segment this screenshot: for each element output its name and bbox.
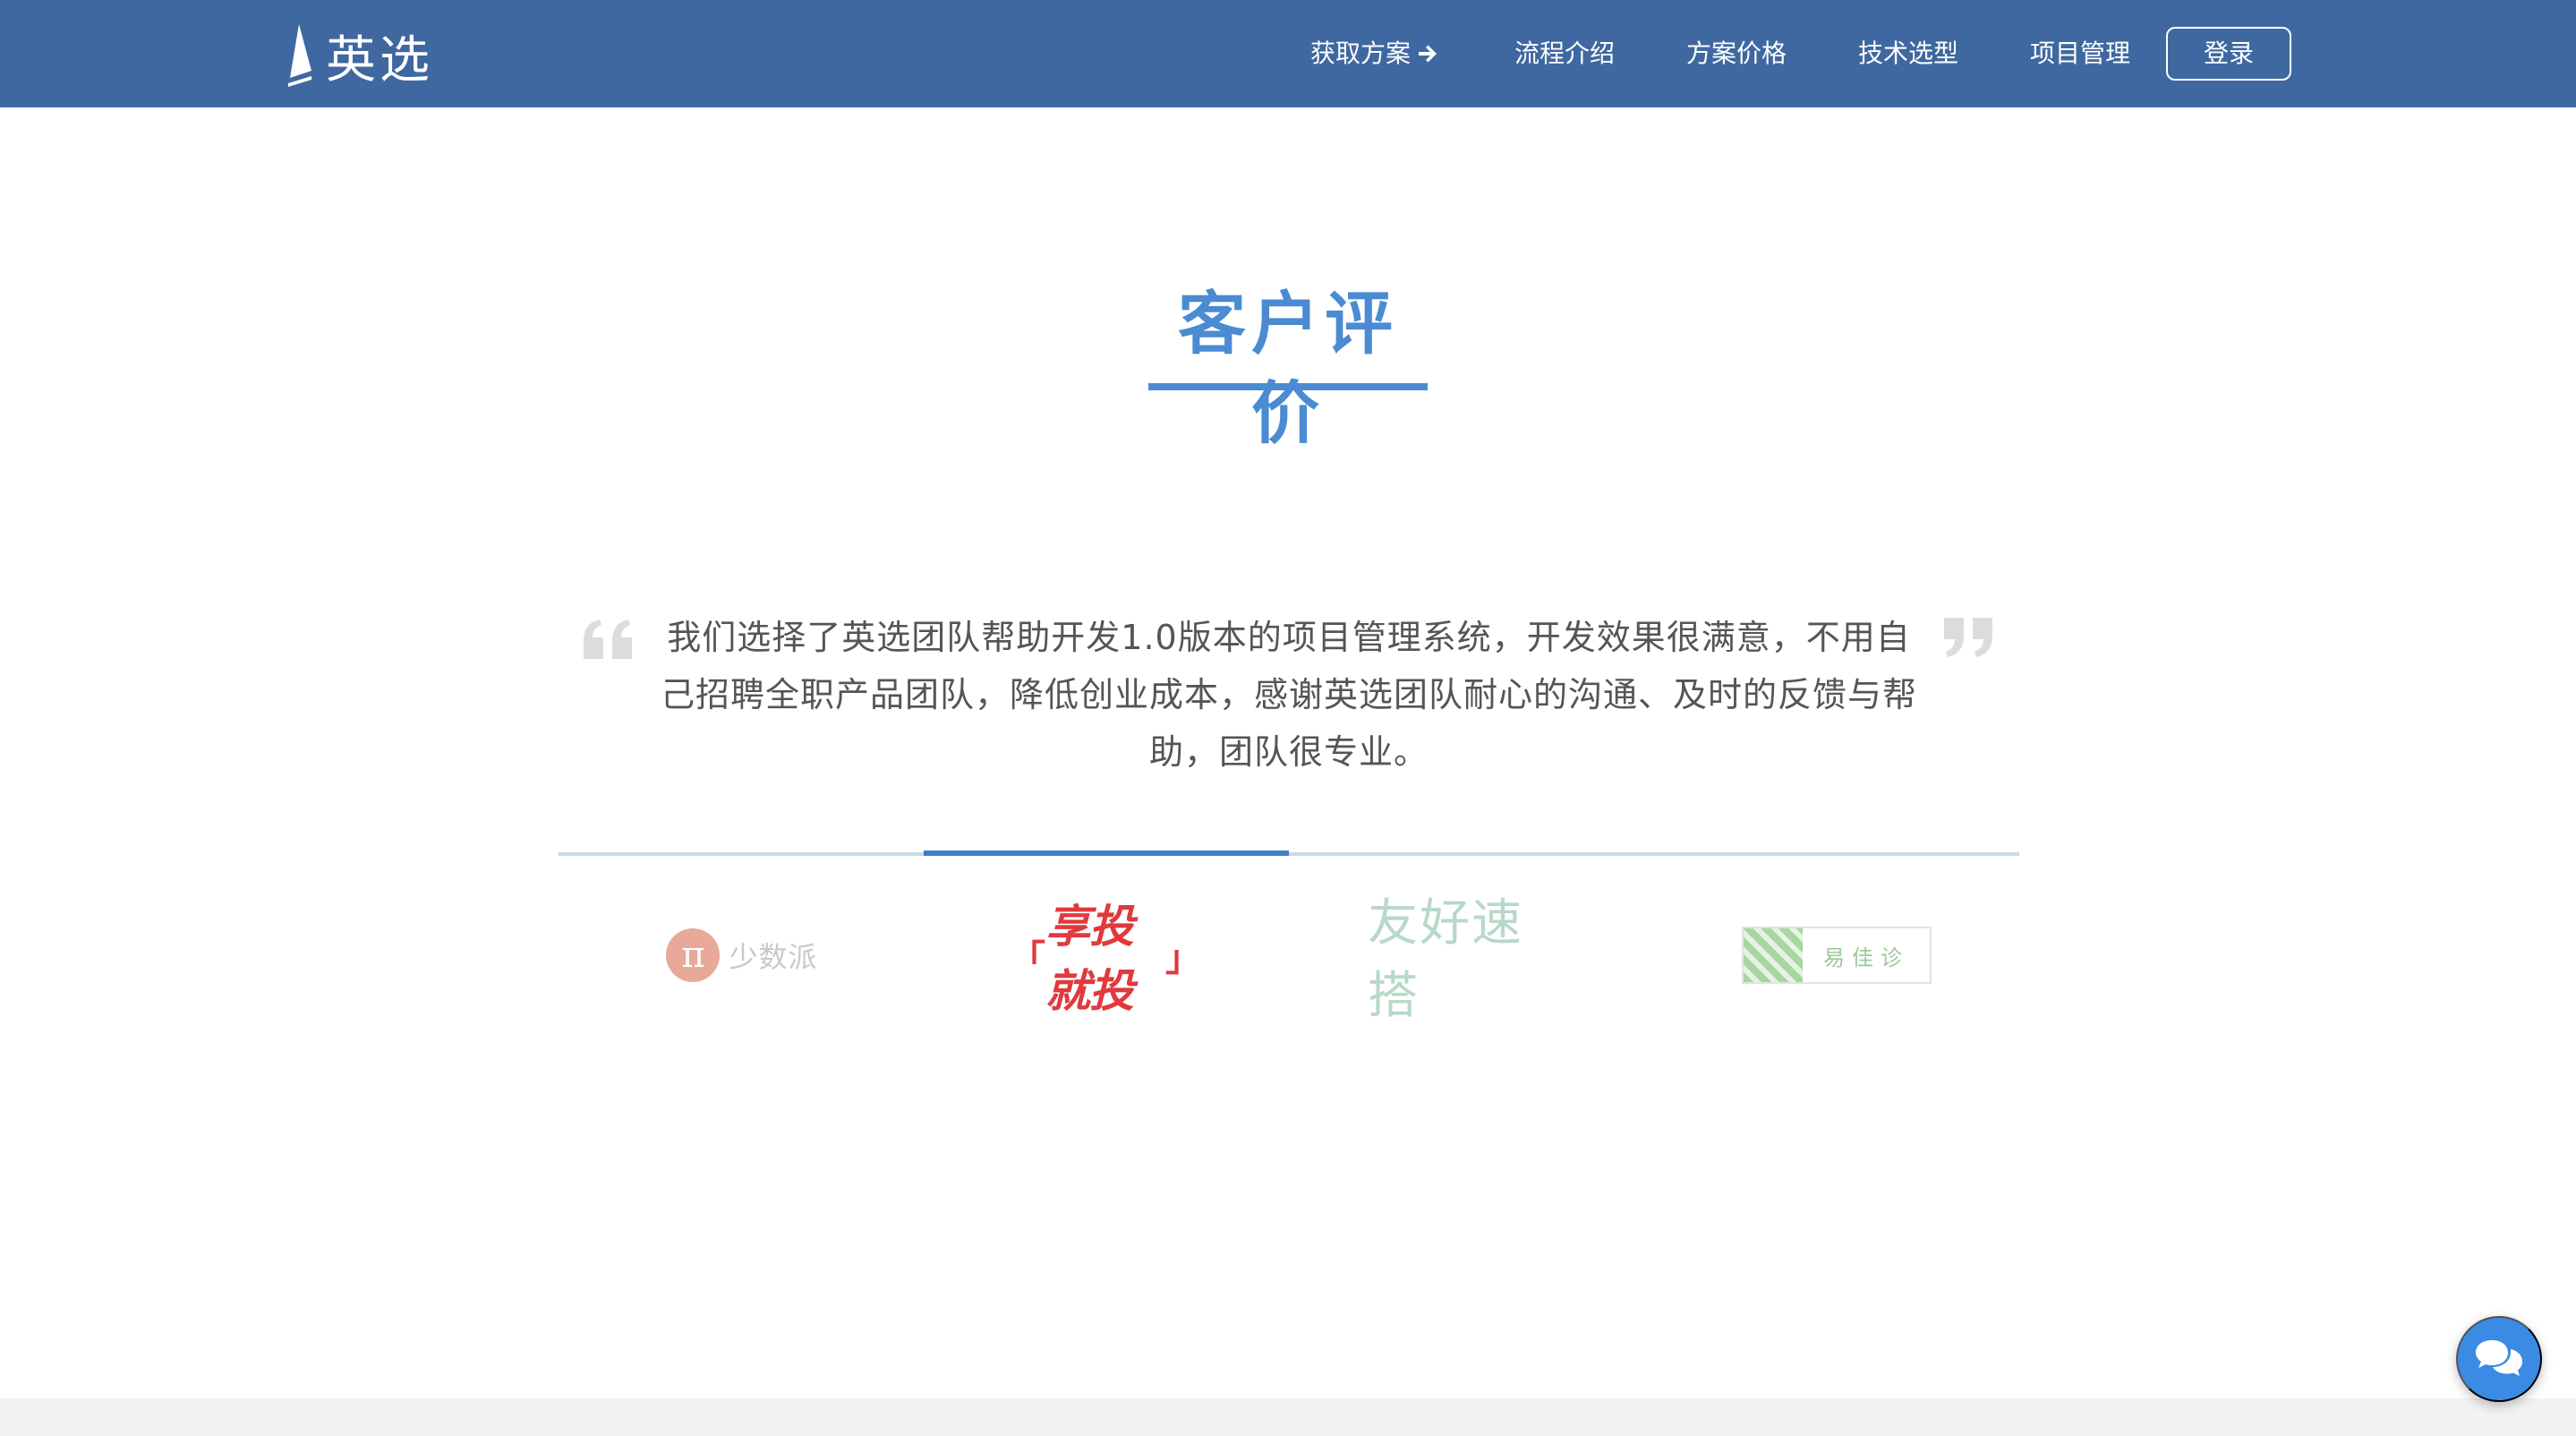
bracket-open: 「 — [1010, 938, 1045, 979]
nav-project-management[interactable]: 项目管理 — [2030, 32, 2130, 75]
nav-process[interactable]: 流程介绍 — [1514, 32, 1615, 75]
client-name: 少数派 — [729, 940, 818, 974]
page: 英选 获取方案 流程介绍 方案价格 技术选型 项目管理 登录 客户评价 我们选择… — [0, 0, 2576, 1436]
testimonial-quote: 我们选择了英选团队帮助开发1.0版本的项目管理系统，开发效果很满意，不用自己招聘… — [660, 618, 1917, 772]
footer-strip — [0, 1398, 2576, 1436]
arrow-right-icon — [1419, 45, 1437, 63]
section-title-text: 客户评价 — [1178, 284, 1398, 453]
close-quote-icon — [1944, 618, 1992, 657]
title-underline — [1148, 383, 1428, 390]
brand-logo[interactable]: 英选 — [285, 23, 433, 90]
client-name: 易佳诊 — [1823, 945, 1909, 970]
testimonial-slider-track[interactable] — [559, 852, 2019, 856]
client-logo-yijiazhen[interactable]: 易佳诊 — [1742, 922, 1932, 988]
pi-icon: π — [666, 928, 721, 982]
nav-get-solution[interactable]: 获取方案 — [1310, 32, 1439, 75]
client-logo-shaoshupai[interactable]: π 少数派 — [666, 922, 818, 988]
yijiazhen-words: 易佳诊 — [1803, 928, 1930, 982]
brand-name: 英选 — [326, 30, 433, 90]
testimonial-slider-active-segment — [924, 850, 1289, 856]
nav-pricing[interactable]: 方案价格 — [1686, 32, 1787, 75]
yijiazhen-badge: 易佳诊 — [1742, 927, 1932, 984]
section-title: 客户评价 — [1147, 279, 1429, 453]
yijiazhen-stripe-graphic — [1744, 928, 1803, 982]
client-logo-xiangtoujiutou[interactable]: 「 享投就投 」 — [1010, 901, 1201, 1017]
nav-tech-stack[interactable]: 技术选型 — [1858, 32, 1958, 75]
login-button[interactable]: 登录 — [2166, 27, 2291, 81]
nav-get-solution-label: 获取方案 — [1310, 38, 1412, 68]
open-quote-icon — [584, 620, 632, 659]
sail-logo-icon — [288, 24, 311, 87]
client-logo-youhaosuda[interactable]: 友好速搭 — [1368, 894, 1574, 1025]
chat-bubbles-icon — [2476, 1340, 2522, 1376]
bracket-close: 」 — [1165, 938, 1201, 979]
client-name: 友好速搭 — [1368, 894, 1523, 1025]
client-name: 享投就投 — [1045, 901, 1134, 1017]
top-navbar: 英选 获取方案 流程介绍 方案价格 技术选型 项目管理 登录 — [0, 0, 2576, 107]
chat-button[interactable] — [2456, 1316, 2542, 1402]
